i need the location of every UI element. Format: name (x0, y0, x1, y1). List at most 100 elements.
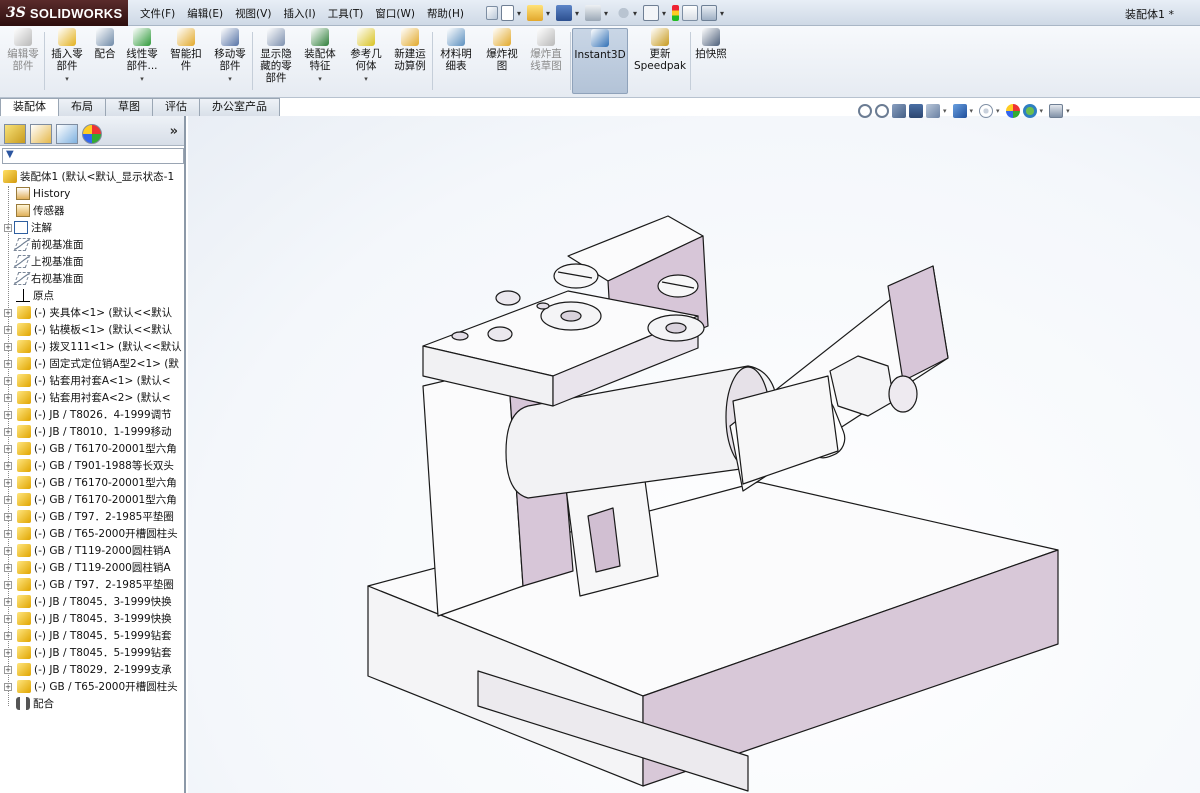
menu-item[interactable]: 工具(T) (328, 6, 364, 21)
tree-item[interactable]: + (-) 固定式定位销A型2<1> (默 (0, 355, 184, 372)
tree-item[interactable]: + (-) JB / T8045．5-1999钻套 (0, 627, 184, 644)
ribbon-button[interactable]: 新建运 动算例 (390, 28, 430, 94)
expand-icon[interactable]: + (4, 410, 12, 419)
assembly-3d-model[interactable] (188, 116, 1200, 793)
view-settings-icon[interactable] (1049, 104, 1064, 118)
tree-item[interactable]: 原点 (0, 287, 184, 304)
ribbon-button[interactable]: 移动零 部件 ▾ (210, 28, 250, 94)
expand-icon[interactable]: + (4, 597, 12, 606)
tree-item[interactable]: + (-) GB / T97．2-1985平垫圈 (0, 576, 184, 593)
ribbon-button[interactable]: 显示隐 藏的零 部件 (256, 28, 296, 94)
ribbon-button[interactable]: Instant3D (572, 28, 628, 94)
configuration-manager-tab-icon[interactable] (56, 124, 78, 144)
tree-item[interactable]: + 注解 (0, 219, 184, 236)
expand-icon[interactable]: + (4, 376, 12, 385)
expand-icon[interactable]: + (4, 495, 12, 504)
tree-item[interactable]: + (-) JB / T8010．1-1999移动 (0, 423, 184, 440)
expand-panel-icon[interactable]: » (170, 124, 178, 139)
tree-item[interactable]: + (-) GB / T901-1988等长双头 (0, 457, 184, 474)
tree-item[interactable]: + (-) JB / T8045．5-1999钻套 (0, 644, 184, 661)
hide-show-items-icon[interactable] (979, 104, 994, 118)
display-style-icon[interactable] (952, 104, 967, 118)
expand-icon[interactable]: + (4, 325, 12, 334)
menu-item[interactable]: 帮助(H) (427, 6, 464, 21)
chevron-down-icon[interactable]: ▾ (364, 73, 368, 85)
tree-item[interactable]: + (-) 钻套用衬套A<1> (默认< (0, 372, 184, 389)
zoom-to-fit-icon[interactable] (858, 104, 872, 118)
rebuild-traffic-light-icon[interactable] (672, 5, 679, 21)
property-manager-tab-icon[interactable] (30, 124, 52, 144)
expand-icon[interactable]: + (4, 342, 12, 351)
tab[interactable]: 布局 (58, 98, 106, 116)
graphics-viewport[interactable] (188, 116, 1200, 793)
expand-icon[interactable]: + (4, 393, 12, 402)
tree-item[interactable]: + (-) 夹具体<1> (默认<<默认 (0, 304, 184, 321)
expand-icon[interactable]: + (4, 546, 12, 555)
section-view-icon[interactable] (909, 104, 923, 118)
ribbon-button[interactable]: 参考几 何体 ▾ (346, 28, 386, 94)
expand-icon[interactable]: + (4, 682, 12, 691)
tab[interactable]: 草图 (105, 98, 153, 116)
tree-item[interactable]: + (-) GB / T6170-20001型六角 (0, 474, 184, 491)
feature-manager-tab-icon[interactable] (4, 124, 26, 144)
ribbon-button[interactable]: 更新 Speedpak (634, 28, 686, 94)
file-properties-icon[interactable] (682, 5, 698, 21)
ribbon-button[interactable]: 爆炸视 图 (482, 28, 522, 94)
tree-item[interactable]: + (-) GB / T119-2000圆柱销A (0, 542, 184, 559)
options-icon[interactable] (701, 5, 717, 21)
print-icon[interactable] (585, 5, 601, 21)
tree-item[interactable]: 配合 (0, 695, 184, 712)
expand-icon[interactable]: + (4, 427, 12, 436)
tree-item[interactable]: + (-) JB / T8045．3-1999快换 (0, 593, 184, 610)
view-orientation-icon[interactable] (926, 104, 940, 118)
tree-item[interactable]: + (-) GB / T65-2000开槽圆柱头 (0, 525, 184, 542)
tab[interactable]: 评估 (152, 98, 200, 116)
tree-item[interactable]: + (-) JB / T8026．4-1999调节 (0, 406, 184, 423)
chevron-down-icon[interactable]: ▾ (140, 73, 144, 85)
tree-item[interactable]: + (-) 拨叉111<1> (默认<<默认 (0, 338, 184, 355)
ribbon-button[interactable]: 装配体 特征 ▾ (300, 28, 340, 94)
tree-item[interactable]: 前视基准面 (0, 236, 184, 253)
tree-item[interactable]: + (-) JB / T8045．3-1999快换 (0, 610, 184, 627)
expand-icon[interactable]: + (4, 223, 12, 232)
tab[interactable]: 办公室产品 (199, 98, 280, 116)
expand-icon[interactable]: + (4, 308, 12, 317)
expand-icon[interactable]: + (4, 359, 12, 368)
tree-item[interactable]: + (-) GB / T119-2000圆柱销A (0, 559, 184, 576)
expand-icon[interactable]: + (4, 478, 12, 487)
ribbon-button[interactable]: 配合 (92, 28, 118, 94)
ribbon-button[interactable]: 材料明 细表 (436, 28, 476, 94)
expand-icon[interactable]: + (4, 563, 12, 572)
menu-item[interactable]: 视图(V) (235, 6, 271, 21)
select-cursor-icon[interactable] (643, 5, 659, 21)
tree-item[interactable]: + (-) GB / T6170-20001型六角 (0, 491, 184, 508)
open-folder-icon[interactable] (527, 5, 543, 21)
ribbon-button[interactable]: 线性零 部件... ▾ (122, 28, 162, 94)
expand-icon[interactable]: + (4, 614, 12, 623)
tab[interactable]: 装配体 (0, 98, 59, 116)
previous-view-icon[interactable] (892, 104, 906, 118)
menu-item[interactable]: 文件(F) (140, 6, 175, 21)
expand-icon[interactable]: + (4, 631, 12, 640)
apply-scene-icon[interactable] (1022, 104, 1037, 118)
expand-icon[interactable]: + (4, 648, 12, 657)
tree-item[interactable]: + (-) GB / T6170-20001型六角 (0, 440, 184, 457)
ribbon-button[interactable]: 爆炸直 线草图 (526, 28, 566, 94)
expand-icon[interactable]: + (4, 665, 12, 674)
expand-icon[interactable]: + (4, 512, 12, 521)
tree-item[interactable]: + (-) GB / T65-2000开槽圆柱头 (0, 678, 184, 695)
display-manager-tab-icon[interactable] (82, 124, 102, 144)
tree-filter-field[interactable]: ▼ (2, 148, 184, 164)
undo-icon[interactable] (614, 5, 630, 21)
solidworks-logo[interactable]: 3S SOLIDWORKS (0, 0, 128, 26)
chevron-down-icon[interactable]: ▾ (318, 73, 322, 85)
zoom-to-area-icon[interactable] (875, 104, 889, 118)
edit-appearance-icon[interactable] (1005, 104, 1020, 118)
tree-item[interactable]: 右视基准面 (0, 270, 184, 287)
ribbon-button[interactable]: 插入零 部件 ▾ (48, 28, 86, 94)
tree-item[interactable]: + (-) JB / T8029．2-1999支承 (0, 661, 184, 678)
tree-item[interactable]: 传感器 (0, 202, 184, 219)
save-icon[interactable] (556, 5, 572, 21)
chevron-down-icon[interactable]: ▾ (65, 73, 69, 85)
tree-item[interactable]: + (-) 钻模板<1> (默认<<默认 (0, 321, 184, 338)
